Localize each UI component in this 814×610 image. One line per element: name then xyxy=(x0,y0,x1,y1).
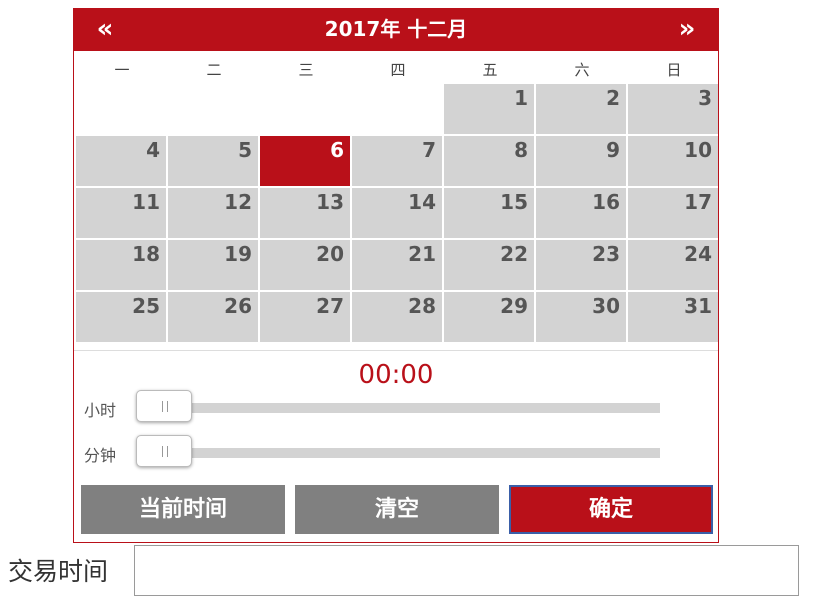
day-cell[interactable]: 9 xyxy=(536,136,626,186)
day-cell[interactable]: 14 xyxy=(352,188,442,238)
time-display: 00:00 xyxy=(358,360,434,390)
day-cell[interactable]: 11 xyxy=(76,188,166,238)
calendar-title: 2017年 十二月 xyxy=(324,17,468,41)
day-cell[interactable]: 13 xyxy=(260,188,350,238)
hour-slider-track[interactable] xyxy=(136,403,660,413)
weekday-sat: 六 xyxy=(574,61,590,79)
day-cell[interactable]: 10 xyxy=(628,136,718,186)
next-month-icon[interactable]: » xyxy=(672,13,702,47)
weekday-tue: 二 xyxy=(206,61,222,79)
weekday-wed: 三 xyxy=(298,61,314,79)
day-cell[interactable]: 15 xyxy=(444,188,534,238)
day-cell[interactable]: 29 xyxy=(444,292,534,342)
day-cell[interactable]: 28 xyxy=(352,292,442,342)
weekday-thu: 四 xyxy=(390,61,406,79)
now-button[interactable]: 当前时间 xyxy=(81,485,285,534)
day-cell[interactable]: 25 xyxy=(76,292,166,342)
clear-button[interactable]: 清空 xyxy=(295,485,499,534)
hour-label: 小时 xyxy=(84,401,117,420)
day-cell[interactable]: 4 xyxy=(76,136,166,186)
trade-time-label: 交易时间 xyxy=(8,557,109,586)
day-cell[interactable]: 22 xyxy=(444,240,534,290)
day-cell[interactable]: 27 xyxy=(260,292,350,342)
grip-icon xyxy=(162,401,168,412)
day-cell[interactable]: 31 xyxy=(628,292,718,342)
day-cell[interactable]: 21 xyxy=(352,240,442,290)
minute-label: 分钟 xyxy=(84,446,117,465)
weekday-mon: 一 xyxy=(114,61,130,79)
weekday-header: 一 二 三 四 五 六 日 xyxy=(76,59,720,81)
day-cell[interactable]: 24 xyxy=(628,240,718,290)
day-cell[interactable]: 3 xyxy=(628,84,718,134)
hour-slider-handle[interactable] xyxy=(136,390,192,422)
day-cell[interactable]: 26 xyxy=(168,292,258,342)
day-cell[interactable]: 18 xyxy=(76,240,166,290)
day-cell[interactable]: 12 xyxy=(168,188,258,238)
calendar-header: « 2017年 十二月 » xyxy=(74,9,718,51)
minute-slider-handle[interactable] xyxy=(136,435,192,467)
divider xyxy=(74,350,718,351)
day-cell[interactable]: 16 xyxy=(536,188,626,238)
day-cell[interactable]: 20 xyxy=(260,240,350,290)
day-grid: 1 2 3 4 5 6 7 8 9 10 11 12 13 14 15 16 17 18 19 20 21 22 23 24 2… xyxy=(76,84,720,344)
day-cell[interactable]: 5 xyxy=(168,136,258,186)
weekday-sun: 日 xyxy=(666,61,682,79)
minute-slider-track[interactable] xyxy=(136,448,660,458)
day-cell[interactable]: 23 xyxy=(536,240,626,290)
day-cell[interactable]: 6 xyxy=(260,136,350,186)
day-cell[interactable]: 1 xyxy=(444,84,534,134)
weekday-fri: 五 xyxy=(482,61,498,79)
day-cell[interactable]: 19 xyxy=(168,240,258,290)
day-cell[interactable]: 2 xyxy=(536,84,626,134)
day-cell[interactable]: 8 xyxy=(444,136,534,186)
grip-icon xyxy=(162,446,168,457)
day-cell[interactable]: 17 xyxy=(628,188,718,238)
confirm-button[interactable]: 确定 xyxy=(509,485,713,534)
trade-time-input[interactable] xyxy=(134,545,799,596)
datetime-picker: « 2017年 十二月 » 一 二 三 四 五 六 日 1 2 3 4 5 6 7 8 9 10 1… xyxy=(73,8,719,543)
day-cell[interactable]: 30 xyxy=(536,292,626,342)
day-cell[interactable]: 7 xyxy=(352,136,442,186)
